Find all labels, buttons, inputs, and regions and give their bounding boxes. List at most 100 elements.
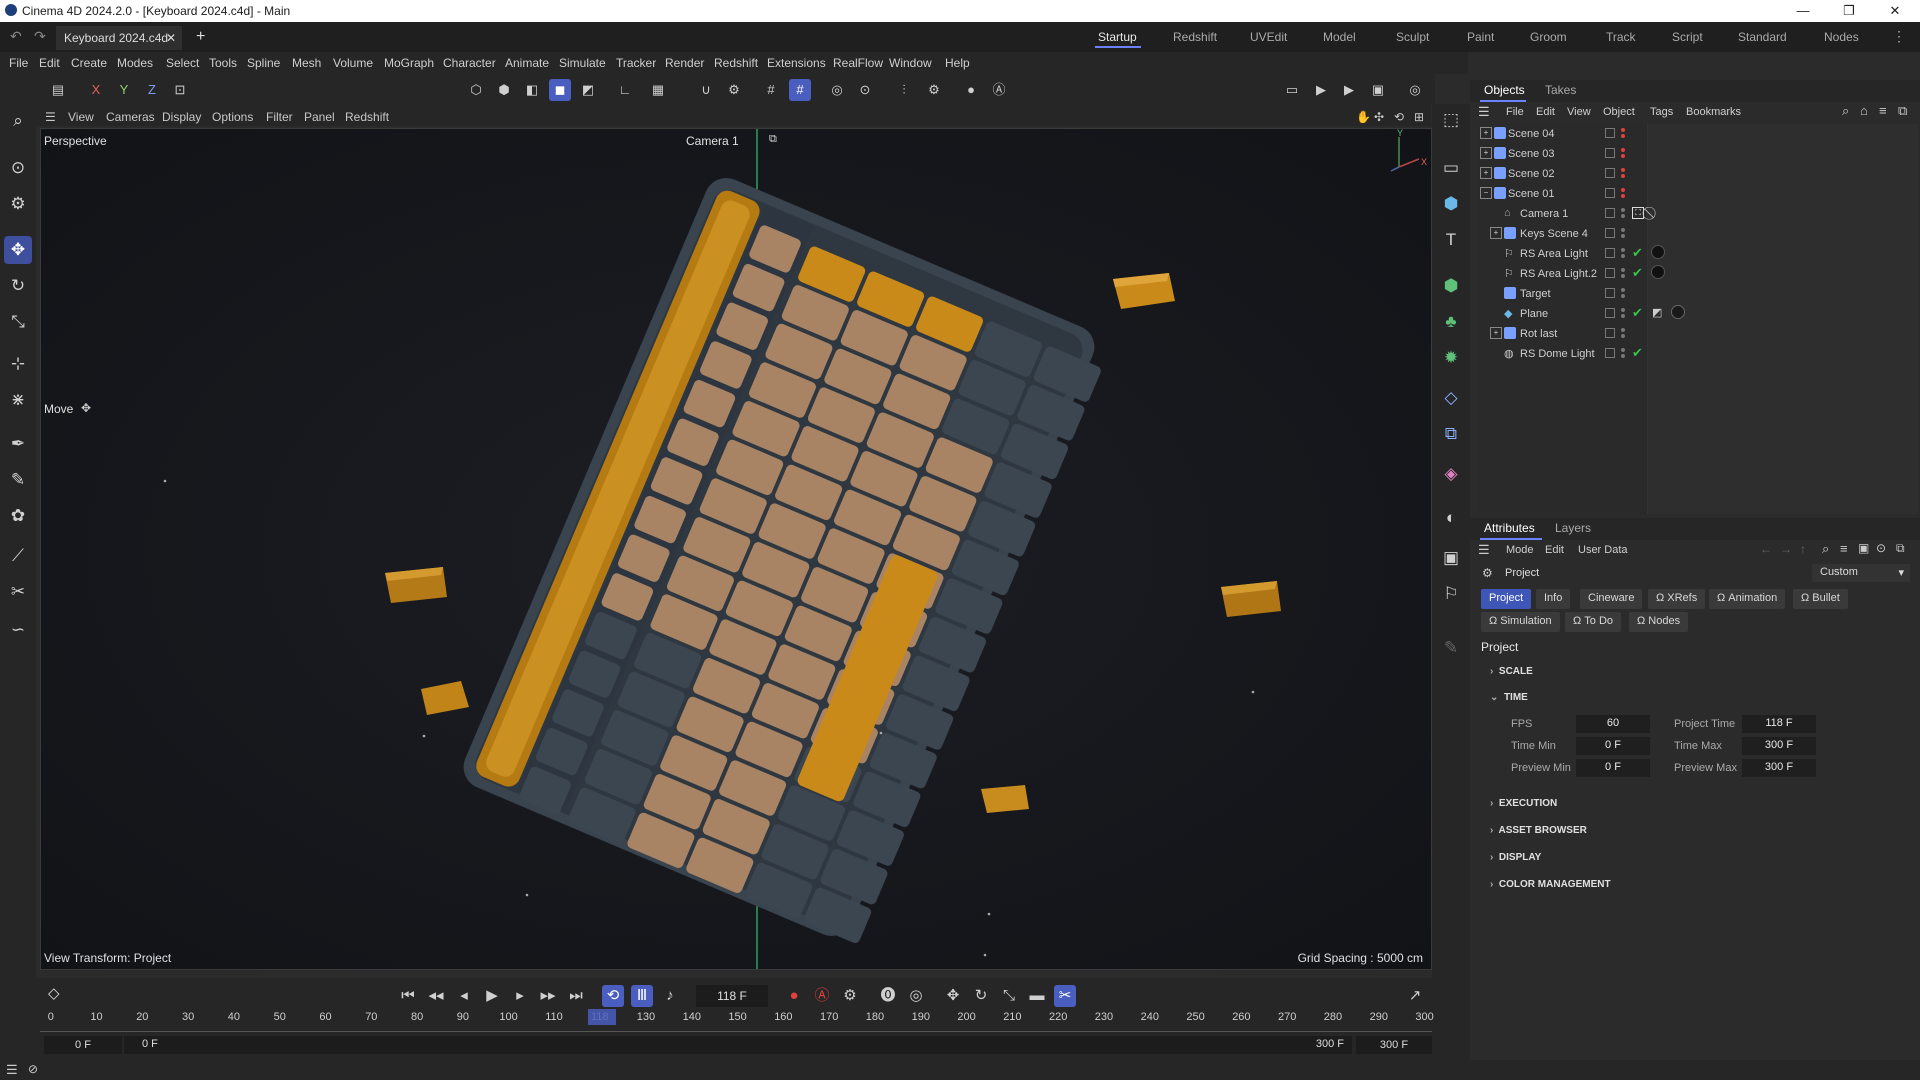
go-to-end-icon[interactable]: ⏭ bbox=[565, 985, 587, 1007]
editor-visibility-dot[interactable] bbox=[1621, 248, 1625, 252]
search-icon[interactable]: ⌕ bbox=[1842, 103, 1849, 119]
editable-toggle[interactable] bbox=[1605, 168, 1615, 178]
render-visibility-dot[interactable] bbox=[1621, 334, 1625, 338]
viewport-menu-panel[interactable]: Panel bbox=[304, 110, 335, 124]
editor-visibility-dot[interactable] bbox=[1621, 208, 1625, 212]
field-icon[interactable]: ◇ bbox=[1437, 384, 1465, 412]
menu-tools[interactable]: Tools bbox=[209, 56, 237, 70]
keyframe-selection-icon[interactable]: ⓿ bbox=[877, 985, 899, 1007]
previous-key-icon[interactable]: ◂◂ bbox=[425, 985, 447, 1007]
objects-menu-edit[interactable]: Edit bbox=[1536, 106, 1555, 118]
playback-mode-icon[interactable]: Ⅲ bbox=[631, 985, 653, 1007]
cube-icon[interactable]: ⬢ bbox=[1437, 190, 1465, 218]
layout-model[interactable]: Model bbox=[1323, 30, 1356, 44]
section-color-management[interactable]: › COLOR MANAGEMENT bbox=[1490, 879, 1611, 890]
auto-key-icon[interactable]: Ⓐ bbox=[988, 79, 1010, 101]
attributes-menu-icon[interactable]: ☰ bbox=[1478, 542, 1490, 558]
texture-mode-icon[interactable]: ▦ bbox=[647, 79, 669, 101]
layout-redshift[interactable]: Redshift bbox=[1173, 30, 1217, 44]
more-icon[interactable]: ⋮ bbox=[1892, 28, 1906, 45]
viewport-menu-display[interactable]: Display bbox=[162, 110, 201, 124]
enabled-check-icon[interactable]: ✔ bbox=[1632, 345, 1643, 361]
transform-tool-icon[interactable]: ⊹ bbox=[4, 350, 32, 378]
model-mode-icon[interactable]: ⬡ bbox=[465, 79, 487, 101]
objects-menu-file[interactable]: File bbox=[1506, 106, 1524, 118]
snap-grid-icon[interactable]: # bbox=[789, 79, 811, 101]
viewport-menu-cameras[interactable]: Cameras bbox=[106, 110, 155, 124]
previous-frame-icon[interactable]: ◂ bbox=[453, 985, 475, 1007]
menu-help[interactable]: Help bbox=[945, 56, 970, 70]
enabled-check-icon[interactable]: ✔ bbox=[1632, 305, 1643, 321]
section-time[interactable]: ⌄ TIME bbox=[1490, 692, 1528, 703]
layout-groom[interactable]: Groom bbox=[1530, 30, 1567, 44]
render-view-icon[interactable]: ▶ bbox=[1310, 79, 1332, 101]
filter-icon[interactable]: ≡ bbox=[1879, 103, 1887, 118]
polygons-mode-icon[interactable]: ◼ bbox=[549, 79, 571, 101]
editor-visibility-dot[interactable] bbox=[1621, 168, 1625, 172]
render-visibility-dot[interactable] bbox=[1621, 294, 1625, 298]
deformer-icon[interactable]: ✹ bbox=[1437, 344, 1465, 372]
object-mode-icon[interactable]: ▤ bbox=[47, 79, 69, 101]
sound-icon[interactable]: ♪ bbox=[659, 985, 681, 1007]
sculpt-brush-icon[interactable]: ⟋ bbox=[4, 542, 32, 570]
knife-tool-icon[interactable]: ✂ bbox=[4, 578, 32, 606]
minimize-icon[interactable]: — bbox=[1780, 0, 1826, 22]
menu-edit[interactable]: Edit bbox=[39, 56, 60, 70]
move-tool-icon[interactable]: ✥ bbox=[4, 236, 32, 264]
viewport-menu-view[interactable]: View bbox=[68, 110, 94, 124]
layout-startup[interactable]: Startup bbox=[1098, 30, 1137, 44]
home-icon[interactable]: ⌂ bbox=[1860, 103, 1868, 118]
preset-dropdown[interactable]: Custom ▾ bbox=[1812, 564, 1910, 582]
coordinate-system-icon[interactable]: ⊡ bbox=[169, 79, 191, 101]
menu-extensions[interactable]: Extensions bbox=[767, 56, 826, 70]
lock-workplane-icon[interactable]: ◎ bbox=[826, 79, 848, 101]
lock-icon[interactable]: ▣ bbox=[1858, 541, 1869, 555]
material-tag-icon[interactable] bbox=[1651, 245, 1665, 259]
spline-pen-icon[interactable]: ✒ bbox=[4, 430, 32, 458]
3d-viewport[interactable]: Perspective Camera 1 ⧉ Move ✥ Y X View T… bbox=[40, 128, 1432, 970]
preview-min-field[interactable]: 0 F bbox=[1576, 759, 1650, 777]
lock-y-axis[interactable]: Y bbox=[113, 79, 135, 101]
render-visibility-dot[interactable] bbox=[1621, 214, 1625, 218]
symmetry-settings-icon[interactable]: ⚙ bbox=[923, 79, 945, 101]
spline-rectangle-icon[interactable]: ▭ bbox=[1437, 154, 1465, 182]
spline-pencil-icon[interactable]: ✎ bbox=[4, 466, 32, 494]
new-window-icon[interactable]: ⧉ bbox=[1898, 103, 1907, 119]
editable-toggle[interactable] bbox=[1605, 208, 1615, 218]
selection-settings-icon[interactable]: ⚙ bbox=[4, 190, 32, 218]
menu-mograph[interactable]: MoGraph bbox=[384, 56, 434, 70]
viewport-menu-redshift[interactable]: Redshift bbox=[345, 110, 389, 124]
texture-tag-icon[interactable]: ◩ bbox=[1652, 306, 1662, 319]
lock-z-axis[interactable]: Z bbox=[141, 79, 163, 101]
section-asset-browser[interactable]: › ASSET BROWSER bbox=[1490, 825, 1587, 836]
section-display[interactable]: › DISPLAY bbox=[1490, 852, 1541, 863]
cloner-icon[interactable]: ♣ bbox=[1437, 308, 1465, 336]
viewport-menu-icon[interactable]: ☰ bbox=[45, 110, 56, 124]
editable-toggle[interactable] bbox=[1605, 148, 1615, 158]
forward-arrow-icon[interactable]: → bbox=[1780, 542, 1792, 556]
paint-brush-icon[interactable]: ✿ bbox=[4, 502, 32, 530]
redo-icon[interactable]: ↷ bbox=[34, 28, 46, 45]
menu-volume[interactable]: Volume bbox=[333, 56, 373, 70]
playhead[interactable] bbox=[588, 1009, 616, 1025]
close-icon[interactable]: ✕ bbox=[1872, 0, 1918, 22]
viewport-menu-filter[interactable]: Filter bbox=[266, 110, 293, 124]
go-to-start-icon[interactable]: ⏮ bbox=[397, 985, 419, 1007]
end-frame-field[interactable]: 300 F bbox=[1356, 1036, 1432, 1054]
cineware-tab-button[interactable]: Cineware bbox=[1580, 589, 1643, 609]
keyframe-icon[interactable]: ◇ bbox=[48, 984, 60, 1002]
editor-visibility-dot[interactable] bbox=[1621, 328, 1625, 332]
editable-toggle[interactable] bbox=[1605, 348, 1615, 358]
symmetry-icon[interactable]: ⫶ bbox=[893, 79, 915, 101]
preview-range-bar[interactable]: 0 F 300 F bbox=[124, 1036, 1352, 1054]
menu-simulate[interactable]: Simulate bbox=[559, 56, 606, 70]
null-object-icon[interactable]: ⬚ bbox=[1437, 106, 1465, 134]
rotate-tool-icon[interactable]: ↻ bbox=[4, 272, 32, 300]
layout-sculpt[interactable]: Sculpt bbox=[1396, 30, 1429, 44]
menu-character[interactable]: Character bbox=[443, 56, 496, 70]
todo-tab-button[interactable]: Ω To Do bbox=[1565, 612, 1622, 632]
document-tab[interactable]: Keyboard 2024.c4d ✕ bbox=[56, 26, 182, 50]
points-mode-icon[interactable]: ⬢ bbox=[493, 79, 515, 101]
time-max-field[interactable]: 300 F bbox=[1742, 737, 1816, 755]
layout-uvedit[interactable]: UVEdit bbox=[1250, 30, 1287, 44]
